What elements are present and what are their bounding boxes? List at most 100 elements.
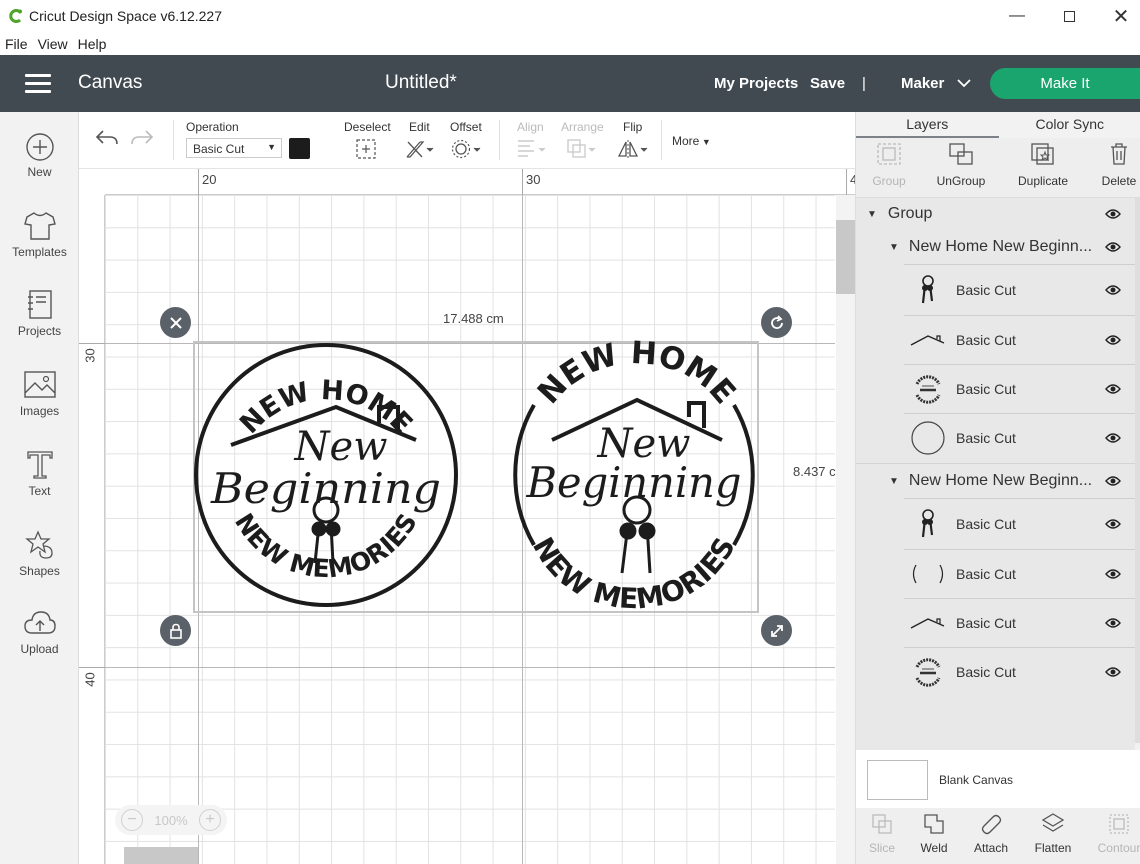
eye-icon[interactable]	[1105, 208, 1121, 220]
caret-down-icon[interactable]: ▼	[889, 242, 899, 253]
undo-icon[interactable]	[95, 128, 119, 148]
layer-row[interactable]: Basic Cut	[856, 414, 1135, 462]
eye-icon[interactable]	[1105, 284, 1121, 296]
bottom-actions-bar: Slice Weld Attach Flatten Contour	[856, 808, 1140, 864]
deselect-label: Deselect	[344, 120, 391, 134]
tshirt-icon	[23, 212, 56, 240]
layer-row[interactable]: Basic Cut	[856, 365, 1135, 413]
design-canvas[interactable]: 20 30 4 30 40 17.488 cm 8.437 c NEW HOME…	[79, 169, 855, 864]
ungroup-button[interactable]: UnGroup	[926, 142, 996, 188]
flip-icon[interactable]	[616, 138, 650, 160]
flatten-button[interactable]: Flatten	[1023, 812, 1083, 855]
close-icon	[169, 316, 182, 329]
window-title: Cricut Design Space v6.12.227	[29, 8, 222, 24]
eye-icon[interactable]	[1105, 383, 1121, 395]
vertical-scrollbar[interactable]	[836, 195, 855, 864]
eye-icon[interactable]	[1105, 475, 1121, 487]
layer-row[interactable]: Basic Cut	[856, 648, 1135, 696]
layers-scrollbar[interactable]	[1135, 198, 1140, 743]
layer-operation-label: Basic Cut	[956, 332, 1016, 348]
menu-view[interactable]: View	[38, 36, 68, 52]
ruler-mark	[522, 169, 523, 195]
document-title[interactable]: Untitled*	[385, 72, 457, 94]
machine-select[interactable]: Maker	[901, 75, 971, 92]
operation-select[interactable]: Basic Cut ▼	[186, 138, 282, 158]
zoom-out-button[interactable]: −	[121, 809, 143, 831]
weld-button[interactable]: Weld	[904, 812, 964, 855]
caret-down-icon[interactable]: ▼	[889, 476, 899, 487]
blank-canvas-row[interactable]: Blank Canvas	[856, 750, 1140, 808]
blank-canvas-swatch[interactable]	[867, 760, 928, 800]
close-icon[interactable]: ✕	[1098, 0, 1140, 32]
duplicate-label: Duplicate	[1017, 174, 1069, 188]
eye-icon[interactable]	[1105, 241, 1121, 253]
notebook-icon	[27, 290, 52, 319]
redo-icon[interactable]	[130, 128, 154, 148]
rotate-handle[interactable]	[761, 307, 792, 338]
resize-handle[interactable]	[761, 615, 792, 646]
save-button[interactable]: Save	[810, 75, 845, 92]
sidebar-item-images[interactable]: Images	[0, 369, 79, 418]
cloud-upload-icon	[23, 611, 56, 634]
grid-major-line	[105, 667, 835, 668]
eye-icon[interactable]	[1105, 568, 1121, 580]
my-projects-button[interactable]: My Projects	[714, 75, 798, 92]
maximize-icon[interactable]	[1046, 0, 1092, 32]
eye-icon[interactable]	[1105, 432, 1121, 444]
design-badge-1[interactable]: NEW HOME New Beginning NEW MEMORIES	[191, 335, 461, 615]
attach-button[interactable]: Attach	[961, 812, 1021, 855]
badge-bottom-text: NEW MEMORIES	[229, 508, 423, 583]
chevron-down-icon	[956, 79, 971, 88]
eye-icon[interactable]	[1105, 334, 1121, 346]
color-swatch[interactable]	[289, 138, 310, 159]
make-it-button[interactable]: Make It	[990, 68, 1140, 99]
layer-operation-label: Basic Cut	[956, 516, 1016, 532]
layer-row[interactable]: Basic Cut	[856, 316, 1135, 364]
keys-thumb	[908, 270, 948, 310]
layer-group-row[interactable]: ▼ Group	[856, 198, 1135, 230]
caret-down-icon[interactable]: ▼	[867, 209, 877, 220]
design-badge-2[interactable]: NEW HOME New Beginning NEW MEMORIES	[504, 335, 764, 615]
roof-thumb	[908, 603, 948, 643]
more-button[interactable]: More ▼	[672, 134, 711, 148]
sidebar-item-text[interactable]: Text	[0, 449, 79, 498]
deselect-icon[interactable]	[355, 138, 377, 160]
minimize-icon[interactable]: —	[994, 0, 1040, 32]
keys-thumb	[908, 504, 948, 544]
menu-file[interactable]: File	[5, 36, 28, 52]
layer-subgroup-row[interactable]: ▼ New Home New Beginn...	[856, 232, 1135, 262]
edit-pencil-ruler-icon[interactable]	[404, 138, 436, 160]
sidebar-item-upload[interactable]: Upload	[0, 609, 79, 656]
sidebar-item-templates[interactable]: Templates	[0, 210, 79, 259]
eye-icon[interactable]	[1105, 518, 1121, 530]
layer-row[interactable]: Basic Cut	[856, 500, 1135, 548]
eye-icon[interactable]	[1105, 617, 1121, 629]
make-it-label: Make It	[1040, 75, 1090, 92]
sidebar-item-shapes[interactable]: Shapes	[0, 529, 79, 578]
ruler-horizontal: 20 30 4	[105, 169, 855, 195]
lock-handle[interactable]	[160, 615, 191, 646]
sidebar-label-templates: Templates	[12, 245, 67, 259]
trash-icon	[1111, 143, 1127, 165]
layer-subgroup-row[interactable]: ▼ New Home New Beginn...	[856, 466, 1135, 496]
delete-handle[interactable]	[160, 307, 191, 338]
menu-help[interactable]: Help	[78, 36, 107, 52]
hamburger-menu-icon[interactable]	[25, 74, 51, 94]
layer-row[interactable]: Basic Cut	[856, 550, 1135, 598]
zoom-in-button[interactable]: +	[199, 809, 221, 831]
scroll-thumb[interactable]	[836, 220, 855, 294]
offset-icon[interactable]	[451, 138, 483, 160]
toolbar-divider	[661, 120, 662, 160]
layer-row[interactable]: Basic Cut	[856, 599, 1135, 647]
sidebar-item-new[interactable]: New	[0, 132, 79, 179]
tab-color-sync[interactable]: Color Sync	[999, 112, 1140, 138]
eye-icon[interactable]	[1105, 666, 1121, 678]
horizontal-scroll-thumb[interactable]	[124, 847, 198, 864]
flatten-label: Flatten	[1034, 841, 1072, 855]
delete-button[interactable]: Delete	[1084, 142, 1140, 188]
layer-row[interactable]: Basic Cut	[856, 266, 1135, 314]
duplicate-button[interactable]: Duplicate	[1008, 142, 1078, 188]
tab-layers[interactable]: Layers	[856, 112, 999, 138]
machine-label: Maker	[901, 75, 945, 92]
sidebar-item-projects[interactable]: Projects	[0, 289, 79, 338]
